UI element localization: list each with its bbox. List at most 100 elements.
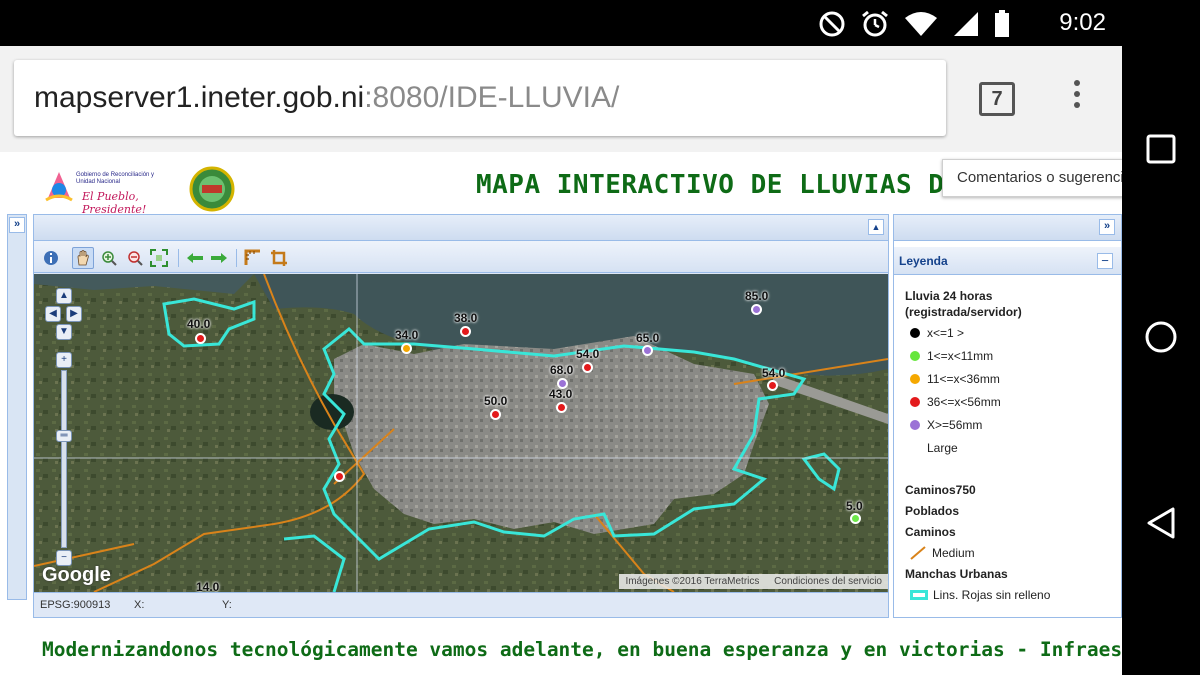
legend-class: x<=1 > [910, 325, 964, 341]
android-status-bar: 9:02 [0, 0, 1200, 46]
station-marker[interactable] [490, 409, 501, 420]
gov-logo-text: Gobierno de Reconciliación y Unidad Naci… [76, 172, 155, 185]
station-label: 68.0 [550, 363, 574, 377]
recents-button-icon[interactable] [1146, 134, 1176, 164]
legend-title: Leyenda [899, 254, 948, 268]
pan-zoom-bar: ▲ ◀ ▶ ▼ + ═ − [45, 284, 98, 574]
legend-panel-header: » [894, 215, 1121, 241]
legend-class-swatch [910, 374, 920, 384]
map-view[interactable]: ▲ ◀ ▶ ▼ + ═ − 40.0 34.0 38.0 85.0 65.0 5… [34, 274, 888, 592]
legend-class: X>=56mm [910, 417, 982, 433]
legend-class: 36<=x<56mm [910, 394, 1001, 410]
collapse-legend-button[interactable]: − [1097, 253, 1113, 269]
pan-right-button[interactable]: ▶ [66, 306, 82, 322]
legend-class-label: 36<=x<56mm [927, 395, 1001, 409]
west-panel-collapsed: » [7, 214, 27, 600]
url-path: :8080/IDE-LLUVIA/ [364, 81, 620, 114]
station-label: 5.0 [846, 499, 863, 513]
map-toolbar [34, 241, 888, 273]
legend-class-swatch [910, 328, 920, 338]
station-label: 85.0 [745, 289, 769, 303]
alarm-icon [862, 10, 888, 37]
zoom-slider-handle[interactable]: ═ [56, 430, 72, 442]
collapse-up-button[interactable]: ▲ [868, 219, 884, 235]
legend-class-swatch [910, 420, 920, 430]
collapse-right-panel-button[interactable]: » [1099, 219, 1115, 235]
legend-class-swatch [910, 351, 920, 361]
battery-icon [995, 10, 1009, 37]
road-line-icon [910, 546, 926, 560]
legend-panel: » Leyenda − Lluvia 24 horas (registrada/… [893, 214, 1122, 618]
map-attribution: Imágenes ©2016 TerraMetrics Condiciones … [619, 574, 888, 589]
url-host: mapserver1.ineter.gob.ni [34, 81, 365, 114]
station-label: 40.0 [187, 317, 211, 331]
overflow-menu-icon[interactable] [1067, 80, 1087, 120]
do-not-disturb-icon [819, 11, 845, 37]
layer-manchas-urbanas: Manchas Urbanas [905, 567, 1008, 581]
back-button-icon[interactable] [1146, 506, 1176, 540]
projection-code: EPSG:900913 [40, 599, 111, 611]
station-marker[interactable] [334, 471, 345, 482]
station-label: 14.0 [196, 580, 220, 592]
station-label: 54.0 [576, 347, 600, 361]
status-icons [818, 9, 1010, 39]
tab-switcher-button[interactable]: 7 [979, 82, 1015, 116]
status-time: 9:02 [1059, 9, 1106, 36]
station-label: 34.0 [395, 328, 419, 342]
pan-up-button[interactable]: ▲ [56, 288, 72, 304]
zoom-in-box-icon[interactable] [98, 247, 120, 269]
ineter-logo [189, 166, 235, 212]
legend-class-swatch [910, 397, 920, 407]
legend-class: 11<=x<36mm [910, 371, 1000, 387]
measure-area-icon[interactable] [268, 247, 290, 269]
station-marker[interactable] [556, 402, 567, 413]
legend-header: Leyenda − [894, 247, 1121, 275]
pan-hand-icon[interactable] [72, 247, 94, 269]
page-footer: Modernizandonos tecnológicamente vamos a… [0, 622, 1122, 675]
measure-distance-icon[interactable] [242, 247, 264, 269]
browser-toolbar: mapserver1.ineter.gob.ni:8080/IDE-LLUVIA… [0, 46, 1122, 152]
station-marker[interactable] [460, 326, 471, 337]
legend-road-medium: Medium [910, 545, 975, 561]
layer-caminos750: Caminos750 [905, 483, 976, 497]
wifi-icon [905, 12, 937, 36]
home-button-icon[interactable] [1144, 320, 1178, 354]
imagery-credit: Imágenes ©2016 TerraMetrics [625, 576, 760, 587]
map-status-bar: EPSG:900913 X: Y: [34, 592, 888, 617]
legend-class-label: X>=56mm [927, 418, 983, 432]
legend-urban-outline: Lins. Rojas sin relleno [910, 587, 1050, 603]
site-banner: Gobierno de Reconciliación y Unidad Naci… [0, 152, 1122, 216]
station-label: 65.0 [636, 331, 660, 345]
pan-left-button[interactable]: ◀ [45, 306, 61, 322]
feedback-button[interactable]: Comentarios o sugerencias [942, 159, 1122, 197]
station-marker[interactable] [751, 304, 762, 315]
previous-extent-icon[interactable] [184, 247, 206, 269]
legend-large-label: Large [927, 440, 958, 456]
info-icon[interactable] [40, 247, 62, 269]
station-marker[interactable] [767, 380, 778, 391]
zoom-out-box-icon[interactable] [124, 247, 146, 269]
expand-left-panel-button[interactable]: » [9, 217, 25, 233]
cell-signal-icon [954, 12, 978, 36]
zoom-to-extent-icon[interactable] [148, 247, 170, 269]
next-extent-icon[interactable] [208, 247, 230, 269]
station-label: 43.0 [549, 387, 573, 401]
zoom-in-button[interactable]: + [56, 352, 72, 368]
station-marker[interactable] [401, 343, 412, 354]
station-marker[interactable] [582, 362, 593, 373]
station-marker[interactable] [850, 513, 861, 524]
urban-outline-swatch [910, 590, 928, 600]
legend-class-label: x<=1 > [927, 326, 965, 340]
station-marker[interactable] [195, 333, 206, 344]
station-label: 54.0 [762, 366, 786, 380]
station-marker[interactable] [642, 345, 653, 356]
web-page: Gobierno de Reconciliación y Unidad Naci… [0, 152, 1122, 675]
pan-down-button[interactable]: ▼ [56, 324, 72, 340]
layer-caminos: Caminos [905, 525, 956, 539]
url-bar[interactable]: mapserver1.ineter.gob.ni:8080/IDE-LLUVIA… [14, 60, 946, 136]
terms-link[interactable]: Condiciones del servicio [774, 576, 882, 587]
y-coordinate-label: Y: [222, 599, 232, 611]
legend-medium-label: Medium [932, 546, 975, 560]
government-logo: Gobierno de Reconciliación y Unidad Naci… [42, 168, 170, 216]
zoom-slider[interactable] [61, 370, 67, 548]
